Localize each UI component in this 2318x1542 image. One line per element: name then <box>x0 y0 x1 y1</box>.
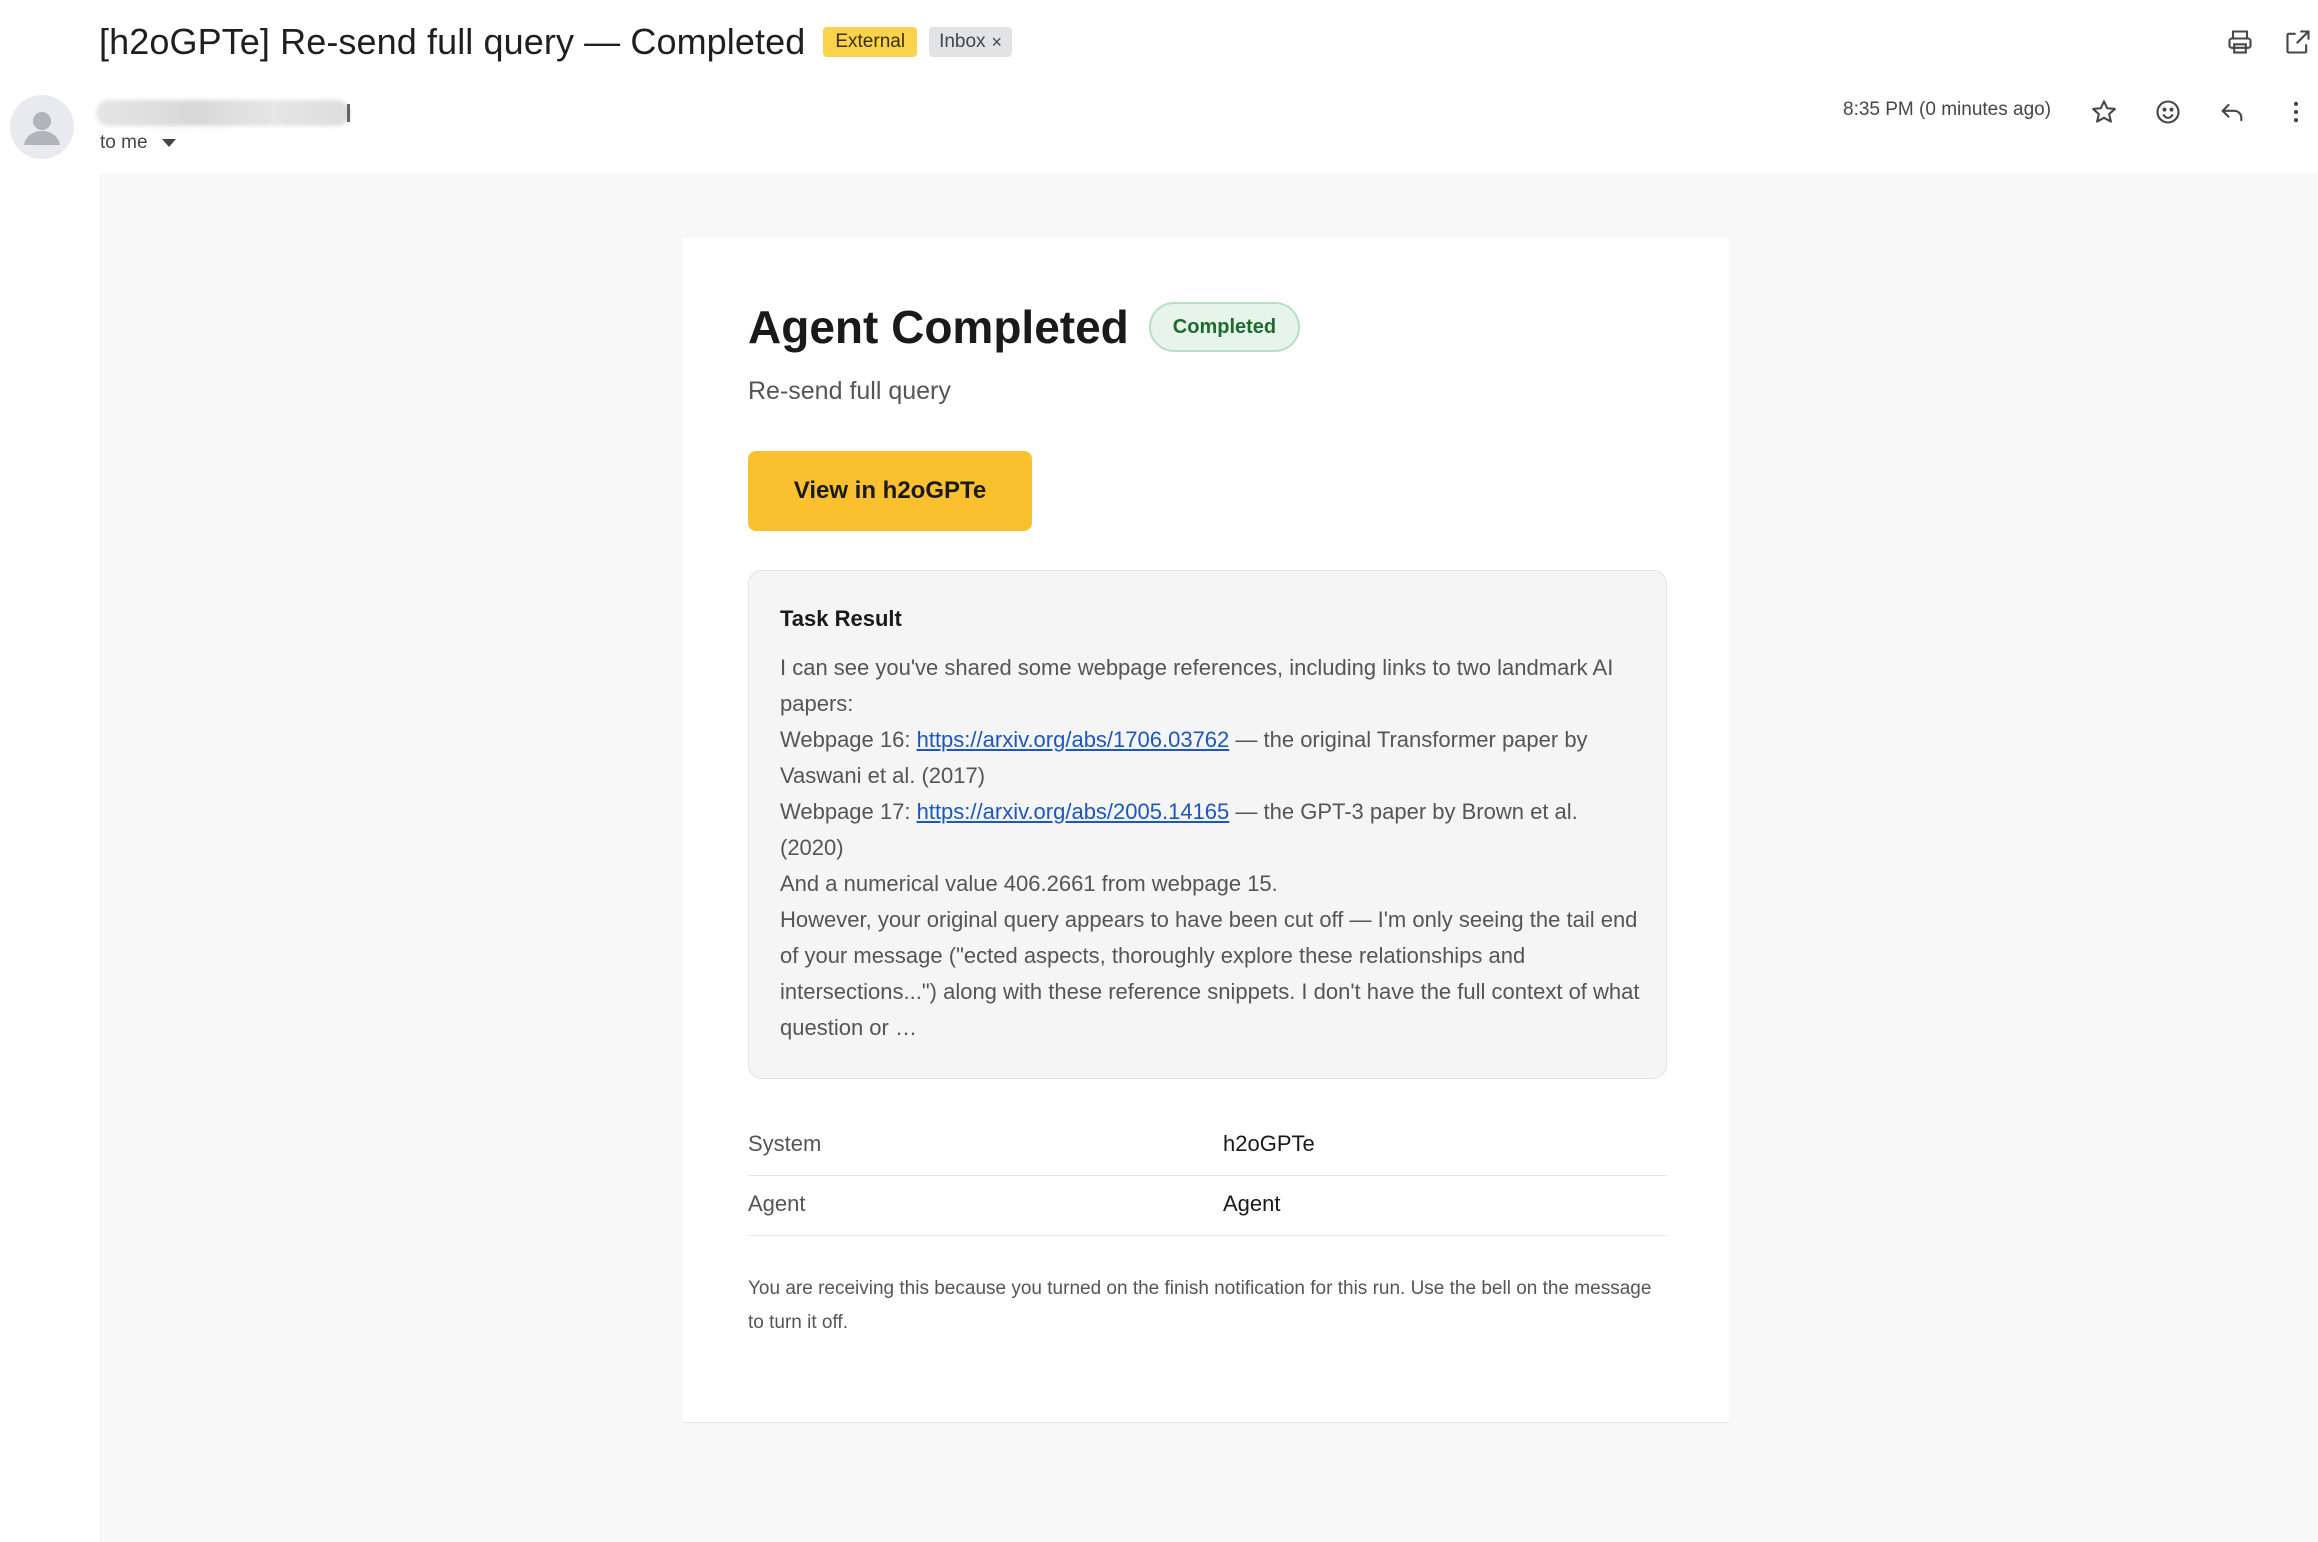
recipient-label: to me <box>100 132 148 153</box>
chevron-down-icon <box>161 139 176 147</box>
sender-name-cursor <box>347 104 350 122</box>
email-subject: [h2oGPTe] Re-send full query — Completed <box>99 21 806 62</box>
card-title: Agent Completed <box>748 301 1129 353</box>
meta-row-agent: Agent Agent <box>748 1175 1667 1236</box>
task-result-body: I can see you've shared some webpage ref… <box>780 650 1640 1046</box>
result-numeric-value: And a numerical value 406.2661 from webp… <box>780 871 1278 896</box>
message-timestamp: 8:35 PM (0 minutes ago) <box>1843 99 2052 120</box>
result-webpage-17: Webpage 17: https://arxiv.org/abs/2005.1… <box>780 799 1578 860</box>
inbox-label-text: Inbox <box>939 31 986 52</box>
subject-row: [h2oGPTe] Re-send full query — Completed… <box>99 14 1013 70</box>
meta-key-system: System <box>748 1131 822 1156</box>
sender-avatar[interactable] <box>10 95 74 159</box>
meta-key-agent: Agent <box>748 1191 806 1216</box>
inbox-label[interactable]: Inbox × <box>929 27 1013 57</box>
open-in-new-window-icon[interactable] <box>2276 20 2318 64</box>
recipient-details-toggle[interactable]: to me <box>100 132 176 154</box>
meta-value-system: h2oGPTe <box>1223 1131 1315 1156</box>
meta-row-system: System h2oGPTe <box>748 1115 1667 1176</box>
emoji-reaction-icon[interactable] <box>2146 90 2190 134</box>
card-header: Agent Completed Completed <box>748 300 1301 354</box>
star-icon[interactable] <box>2082 90 2126 134</box>
reply-icon[interactable] <box>2210 90 2254 134</box>
transformer-paper-link[interactable]: https://arxiv.org/abs/1706.03762 <box>917 727 1230 752</box>
print-icon[interactable] <box>2218 20 2262 64</box>
meta-value-agent: Agent <box>1223 1191 1281 1216</box>
external-label: External <box>823 27 918 57</box>
remove-label-icon[interactable]: × <box>992 31 1003 53</box>
notification-footer: You are receiving this because you turne… <box>748 1278 1652 1333</box>
result-intro: I can see you've shared some webpage ref… <box>780 655 1614 716</box>
more-options-icon[interactable] <box>2274 90 2318 134</box>
status-badge: Completed <box>1148 302 1301 352</box>
gpt3-paper-link[interactable]: https://arxiv.org/abs/2005.14165 <box>917 799 1230 824</box>
result-closing: However, your original query appears to … <box>780 907 1640 1040</box>
view-in-h2ogpte-button[interactable]: View in h2oGPTe <box>748 451 1032 531</box>
card-subtitle: Re-send full query <box>748 377 951 405</box>
sender-name-redacted <box>96 100 350 126</box>
task-result-heading: Task Result <box>780 606 902 631</box>
result-webpage-16: Webpage 16: https://arxiv.org/abs/1706.0… <box>780 727 1588 788</box>
